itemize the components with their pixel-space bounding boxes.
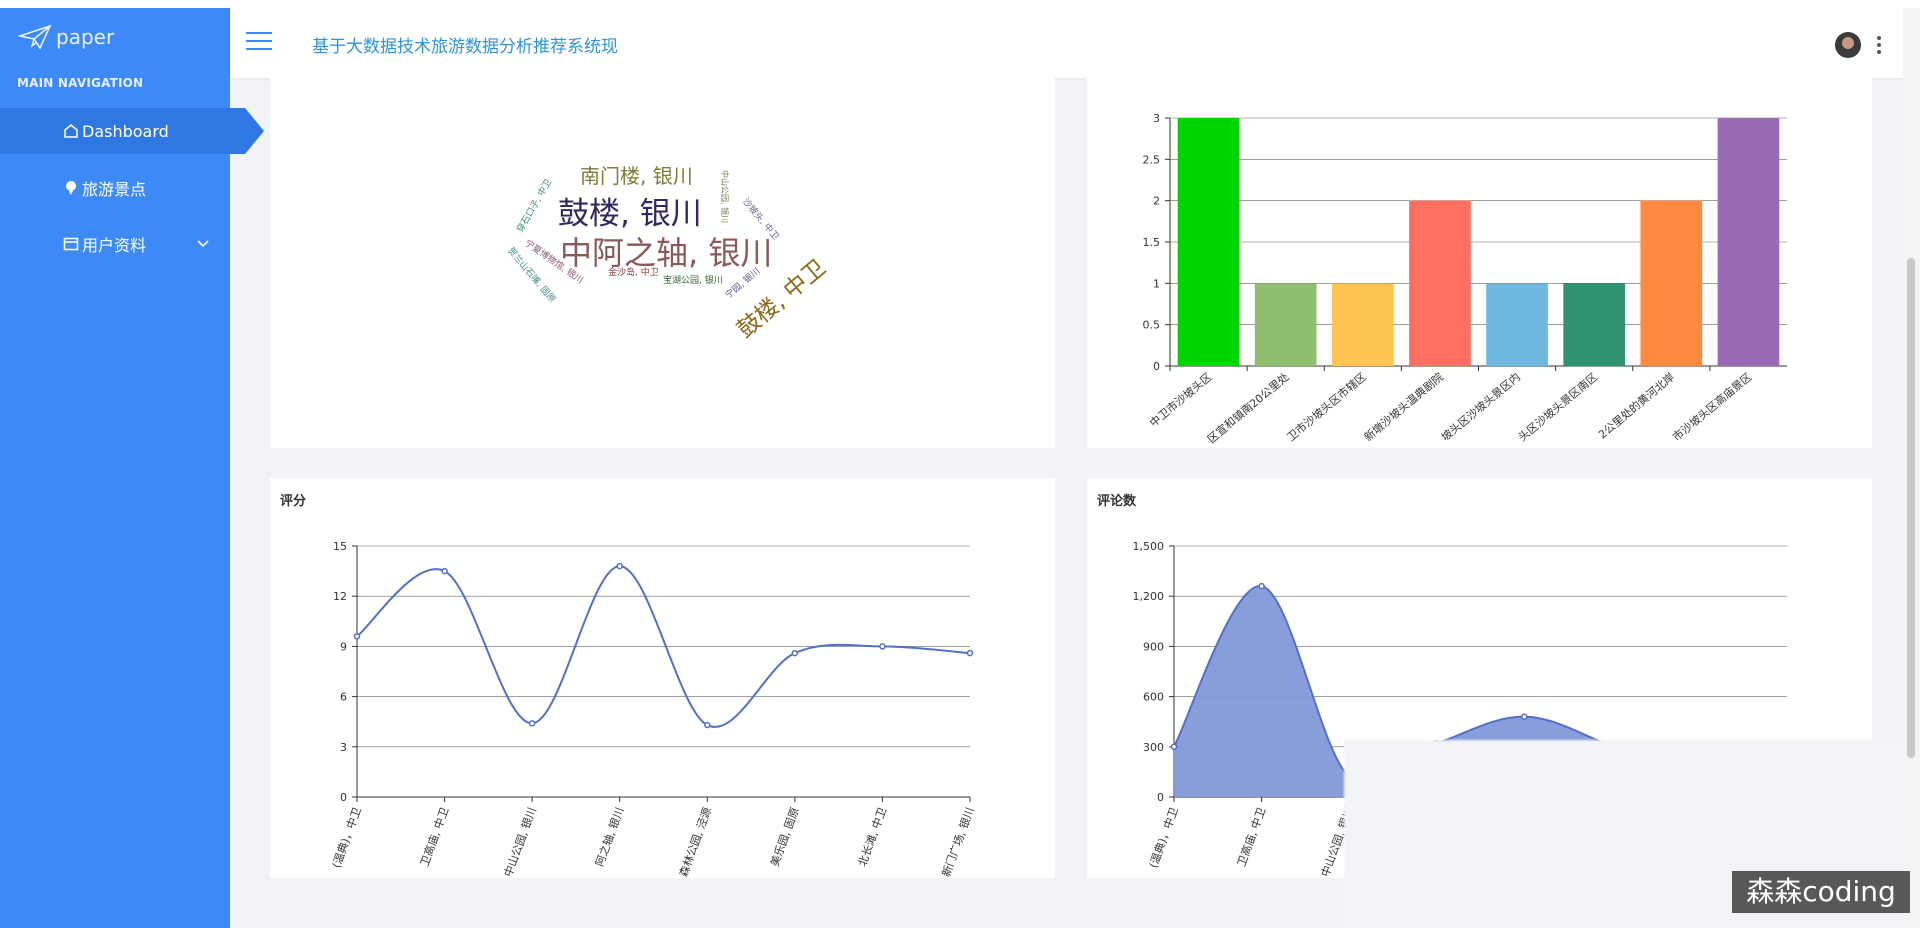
y-tick-label: 12 bbox=[333, 590, 347, 603]
x-tick-label: 中卫市沙坡头区 bbox=[1147, 370, 1215, 430]
comments-chart-title: 评论数 bbox=[1097, 494, 1137, 509]
page-scrollbar[interactable] bbox=[1903, 8, 1920, 928]
y-tick-label: 600 bbox=[1143, 691, 1164, 704]
logo-text: paper bbox=[56, 25, 115, 49]
bar-chart: 0 0.5 1 1.5 2 2.5 3 中卫市沙坡头区区宣和镇南20公里处卫市沙坡头区市辖区新… bbox=[1143, 112, 1787, 446]
y-tick-label: 900 bbox=[1143, 640, 1164, 653]
sidebar-item-label: 旅游景点 bbox=[82, 180, 147, 199]
rating-line-chart: 0 3 6 9 12 15 (温典)，中卫 卫高庙, 中卫 中山公园, 银川 阿之轴, 银川 森林公… bbox=[329, 540, 977, 879]
y-tick-label: 2 bbox=[1153, 195, 1160, 208]
y-tick-label: 6 bbox=[340, 691, 347, 704]
data-point bbox=[879, 643, 886, 650]
data-point bbox=[791, 649, 799, 657]
data-point bbox=[1258, 582, 1265, 590]
x-tick-label: 头区沙坡头景区南区 bbox=[1516, 370, 1600, 444]
word-jinshadao: 金沙岛, 中卫 bbox=[608, 268, 659, 278]
data-point bbox=[1170, 743, 1178, 751]
y-tick-label: 0.5 bbox=[1143, 319, 1161, 332]
x-tick-label: 中山公园, 银川 bbox=[501, 805, 539, 878]
bar bbox=[1486, 283, 1548, 366]
y-tick-label: 9 bbox=[340, 640, 347, 653]
x-tick-label: 市沙坡头区高庙景区 bbox=[1670, 370, 1755, 444]
data-point bbox=[353, 633, 361, 640]
paper-plane-icon bbox=[18, 24, 52, 50]
watermark: 森森coding bbox=[1732, 871, 1910, 913]
rating-chart-title: 评分 bbox=[280, 494, 307, 509]
sidebar-item-attractions[interactable]: 旅游景点 bbox=[0, 165, 230, 211]
x-tick-label: (温典)，中卫 bbox=[329, 805, 364, 870]
sidebar-item-label: Dashboard bbox=[82, 121, 169, 141]
word-zhongshan: 中山公园, 银川 bbox=[720, 170, 729, 224]
y-tick-label: 3 bbox=[1153, 112, 1160, 125]
x-tick-label: 新墩沙坡头温典剧院 bbox=[1361, 370, 1446, 444]
x-tick-label: 美乐园, 固原 bbox=[768, 806, 801, 869]
bar bbox=[1717, 118, 1780, 366]
x-tick-label: 区宣和镇南20公里处 bbox=[1204, 370, 1291, 446]
word-zhongazhizhou: 中阿之轴, 银川 bbox=[560, 234, 773, 272]
data-point bbox=[616, 562, 623, 570]
x-tick-label: 森林公园, 泾源 bbox=[676, 805, 714, 878]
menu-toggle-icon[interactable] bbox=[246, 32, 272, 52]
x-tick-label: (温典)，中卫 bbox=[1146, 805, 1181, 870]
bar bbox=[1177, 118, 1240, 366]
y-tick-label: 15 bbox=[333, 540, 347, 553]
word-nanmenlou: 南门楼, 银川 bbox=[580, 164, 693, 188]
word-chuanshikouzi: 穿石口子, 中卫 bbox=[515, 177, 555, 235]
rating-chart-card: 评分 0 3 6 9 12 15 (温典)，中卫 卫高庙, 中卫 中山公园, 银川 阿之轴, 银川… bbox=[270, 478, 1055, 879]
bar bbox=[1331, 283, 1394, 366]
y-tick-label: 0 bbox=[340, 791, 347, 804]
x-tick-label: 坡头区沙坡头景区内 bbox=[1438, 370, 1523, 444]
sidebar: paper MAIN NAVIGATION Dashboard 旅游景点 用户资… bbox=[0, 8, 264, 928]
wordcloud: 南门楼, 银川 鼓楼, 银川 中阿之轴, 银川 鼓楼, 中卫 穿石口子, 中卫 … bbox=[270, 78, 1055, 448]
data-point bbox=[441, 567, 448, 575]
y-tick-label: 2.5 bbox=[1143, 153, 1161, 166]
word-gulou-yinchuan: 鼓楼, 银川 bbox=[558, 196, 702, 232]
sidebar-item-dashboard[interactable]: Dashboard bbox=[0, 108, 264, 154]
nav-heading: MAIN NAVIGATION bbox=[17, 76, 144, 90]
bar bbox=[1640, 200, 1703, 366]
y-tick-label: 0 bbox=[1157, 791, 1164, 804]
scrollbar-thumb[interactable] bbox=[1907, 258, 1915, 758]
y-tick-label: 3 bbox=[340, 741, 347, 754]
sidebar-item-label: 用户资料 bbox=[82, 236, 147, 255]
x-tick-label: 阿之轴, 银川 bbox=[592, 805, 626, 868]
wordcloud-card: 南门楼, 银川 鼓楼, 银川 中阿之轴, 银川 鼓楼, 中卫 穿石口子, 中卫 … bbox=[270, 78, 1055, 448]
data-point bbox=[1521, 713, 1528, 720]
x-tick-label: 2公里处的黄河北岸 bbox=[1595, 370, 1677, 442]
kebab-icon[interactable] bbox=[1877, 36, 1881, 57]
y-tick-label: 0 bbox=[1153, 360, 1160, 373]
x-tick-label: 卫市沙坡头区市辖区 bbox=[1284, 370, 1369, 444]
home-icon bbox=[64, 124, 78, 138]
data-point bbox=[528, 720, 536, 727]
page-title: 基于大数据技术旅游数据分析推荐系统现 bbox=[312, 37, 618, 57]
x-tick-label: 新门广场, 银川 bbox=[939, 805, 977, 878]
bar bbox=[1563, 283, 1626, 366]
data-point bbox=[966, 649, 974, 657]
y-tick-label: 1 bbox=[1153, 277, 1160, 290]
top-strip bbox=[0, 0, 1920, 8]
bar bbox=[1409, 200, 1471, 366]
x-tick-label: 北长滩, 中卫 bbox=[855, 805, 889, 868]
y-tick-label: 1.5 bbox=[1143, 236, 1161, 249]
bar-chart-card: 0 0.5 1 1.5 2 2.5 3 中卫市沙坡头区 区宣和镇南20公里处 卫市沙坡头区市辖区新… bbox=[1087, 78, 1872, 448]
x-tick-label: 卫高庙, 中卫 bbox=[417, 805, 451, 868]
word-baohu: 宝湖公园, 银川 bbox=[663, 276, 723, 286]
chevron-down-icon[interactable] bbox=[196, 237, 210, 251]
logo[interactable]: paper bbox=[18, 24, 114, 50]
data-point bbox=[704, 721, 711, 729]
y-tick-label: 1,200 bbox=[1133, 590, 1165, 603]
header: 基于大数据技术旅游数据分析推荐系统现 bbox=[230, 8, 1903, 78]
user-avatar[interactable] bbox=[1835, 32, 1861, 58]
pin-icon bbox=[66, 181, 76, 195]
bar bbox=[1254, 283, 1317, 366]
y-tick-label: 300 bbox=[1143, 741, 1164, 754]
card-icon bbox=[63, 237, 79, 251]
x-tick-label: 卫高庙, 中卫 bbox=[1234, 805, 1268, 868]
y-tick-label: 1,500 bbox=[1133, 540, 1165, 553]
sidebar-item-user-profile[interactable]: 用户资料 bbox=[0, 221, 230, 267]
